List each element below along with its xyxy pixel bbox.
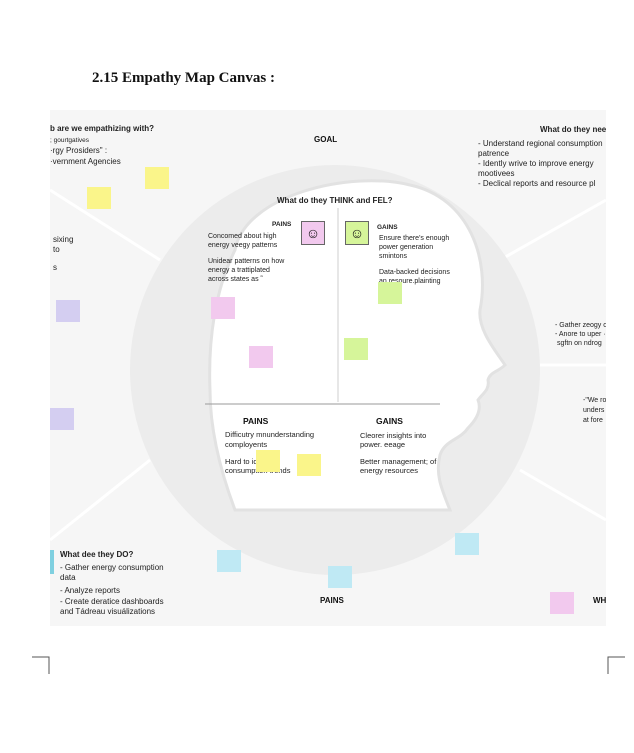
think-gains-line: Ensure there's enough [379, 235, 450, 242]
sticky-note [50, 408, 74, 430]
goal-label: GOAL [314, 135, 338, 144]
smiley-face-icon: ☺ [301, 221, 325, 245]
need-line: - Idently wrive to improve energy [478, 159, 594, 168]
who-title: b are we empathizing with? [50, 124, 155, 133]
do-title: What dee they DO? [60, 550, 134, 559]
who-line: ·vernment Agencies [50, 157, 121, 166]
do-line: - Analyze reports [60, 586, 121, 595]
who-line: ; gourtgatives [50, 137, 90, 144]
who-line: ·rgy Prosiders" : [50, 146, 108, 155]
crop-mark-left [32, 656, 50, 674]
sticky-note [455, 533, 479, 555]
right-mid-text: -"We ro [583, 397, 606, 404]
think-gains-label: GAINS [377, 224, 398, 231]
think-pains-line: Unidear patterns on how [208, 258, 285, 265]
sticky-note [211, 297, 235, 319]
sticky-note [256, 450, 280, 472]
think-gains-line: Data-backed decisions [379, 269, 450, 276]
think-pains-line: across states as ˜ [208, 276, 263, 283]
right-mid-text: sgftn on ndrog [557, 340, 602, 347]
sticky-note [217, 550, 241, 572]
think-pains-line: energy a trattiplated [208, 267, 270, 274]
left-mid-text: s [53, 263, 57, 272]
need-line: mootivees [478, 169, 515, 178]
left-mid-text: to [53, 245, 60, 254]
left-mid-text: sixing [53, 235, 74, 244]
think-gains-line: smintons [379, 253, 408, 260]
sticky-note [87, 187, 111, 209]
sticky-note [145, 167, 169, 189]
sticky-note [249, 346, 273, 368]
sticky-note [328, 566, 352, 588]
lower-pains-label: PAINS [243, 416, 269, 426]
document-heading: 2.15 Empathy Map Canvas : [92, 70, 275, 86]
sticky-note [297, 454, 321, 476]
sticky-note [550, 592, 574, 614]
bottom-right-label: WH [593, 596, 606, 605]
do-line: data [60, 573, 76, 582]
do-line: and Tádreau visuálizations [60, 607, 156, 616]
lower-pains-line: comployents [225, 440, 268, 449]
lower-pains-line: Difficutry mnunderstanding [225, 430, 315, 439]
sticky-note [378, 282, 402, 304]
lower-gains-line: energy resources [360, 466, 418, 475]
think-pains-line: energy veegy patterns [208, 242, 278, 249]
do-line: - Create deratice dashboards [60, 597, 164, 606]
smiley-face-icon: ☺ [345, 221, 369, 245]
think-feel-title: What do they THINK and FEL? [277, 196, 393, 205]
think-pains-line: Concomed about high [208, 233, 277, 240]
right-mid-text: at fore [583, 417, 603, 424]
sticky-note [56, 300, 80, 322]
need-title: What do they need [540, 125, 606, 134]
need-line: patrence [478, 149, 510, 158]
need-line: - Declical reports and resource pl [478, 179, 596, 188]
think-pains-label: PAINS [272, 221, 292, 228]
bottom-pains-label: PAINS [320, 596, 344, 605]
lower-gains-line: power. eeage [360, 440, 406, 449]
lower-gains-label: GAINS [376, 416, 403, 426]
need-line: - Understand regional consumption [478, 139, 603, 148]
think-gains-line: power generation [379, 244, 434, 251]
right-mid-text: unders [583, 407, 605, 414]
do-accent-bar [50, 550, 54, 574]
sticky-note [344, 338, 368, 360]
crop-mark-right [607, 656, 625, 674]
do-line: - Gather energy consumption [60, 563, 164, 572]
empathy-map-canvas: b are we empathizing with? ; gourtgative… [50, 110, 606, 626]
